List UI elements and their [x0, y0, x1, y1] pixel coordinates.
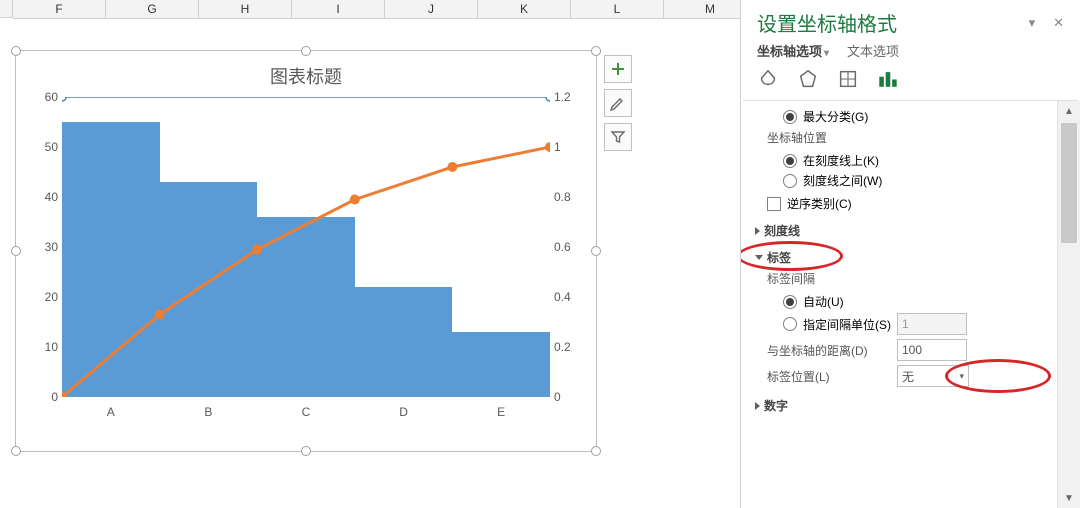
checkbox-reverse[interactable] — [767, 197, 781, 211]
resize-handle[interactable] — [591, 46, 601, 56]
axis-position-label: 坐标轴位置 — [767, 129, 1044, 146]
section-tick-marks[interactable]: 刻度线 — [755, 222, 1044, 239]
radio-interval-unit[interactable] — [783, 317, 797, 331]
scroll-thumb[interactable] — [1061, 123, 1077, 243]
x-category-label: B — [198, 405, 218, 419]
resize-handle[interactable] — [301, 46, 311, 56]
scroll-down-icon[interactable]: ▼ — [1058, 488, 1080, 508]
scroll-up-icon[interactable]: ▲ — [1058, 101, 1080, 121]
y-left-tick: 10 — [32, 340, 58, 354]
radio-on-tick[interactable] — [783, 154, 797, 168]
col-gutter — [0, 0, 13, 18]
y-left-tick: 40 — [32, 190, 58, 204]
x-category-label: C — [296, 405, 316, 419]
column-header[interactable]: H — [199, 0, 292, 19]
y-left-tick: 50 — [32, 140, 58, 154]
section-labels[interactable]: 标签 — [755, 249, 1044, 266]
label-interval-label: 标签间隔 — [767, 270, 1044, 287]
size-properties-icon[interactable] — [835, 66, 861, 92]
format-axis-pane: 设置坐标轴格式 ▾ ✕ 坐标轴选项▾ 文本选项 — [741, 0, 1080, 508]
y-right-tick: 0.8 — [554, 190, 584, 204]
chart-styles-button[interactable] — [604, 89, 632, 117]
column-headers: F G H I J K L M — [0, 0, 757, 18]
checkbox-reverse-label: 逆序类别(C) — [787, 195, 852, 212]
radio-max-category-label: 最大分类(G) — [803, 108, 868, 125]
y-right-tick: 1.2 — [554, 90, 584, 104]
chart-elements-button[interactable] — [604, 55, 632, 83]
column-header[interactable]: J — [385, 0, 478, 19]
interval-unit-input[interactable] — [897, 313, 967, 335]
resize-handle[interactable] — [301, 446, 311, 456]
radio-max-category[interactable] — [783, 110, 797, 124]
resize-handle[interactable] — [591, 446, 601, 456]
y-right-tick: 0 — [554, 390, 584, 404]
pane-close-icon[interactable]: ✕ — [1053, 15, 1064, 31]
radio-on-tick-label: 在刻度线上(K) — [803, 152, 879, 169]
column-header[interactable]: I — [292, 0, 385, 19]
radio-interval-auto[interactable] — [783, 295, 797, 309]
tab-text-options[interactable]: 文本选项 — [847, 41, 899, 60]
column-header[interactable]: G — [106, 0, 199, 19]
fill-line-icon[interactable] — [755, 66, 781, 92]
resize-handle[interactable] — [591, 246, 601, 256]
chart-object[interactable]: 图表标题 0102030405060 00.20.40.60.811.2 ABC… — [15, 50, 597, 452]
radio-interval-unit-label: 指定间隔单位(S) — [803, 316, 891, 333]
radio-interval-auto-label: 自动(U) — [803, 293, 844, 310]
y-left-tick: 0 — [32, 390, 58, 404]
y-left-tick: 30 — [32, 240, 58, 254]
pane-scrollbar[interactable]: ▲ ▼ — [1057, 101, 1080, 508]
plot-area[interactable]: 0102030405060 00.20.40.60.811.2 ABCDE — [62, 97, 550, 397]
radio-between-tick[interactable] — [783, 174, 797, 188]
x-category-label: E — [491, 405, 511, 419]
tab-axis-options[interactable]: 坐标轴选项▾ — [757, 41, 829, 60]
radio-between-tick-label: 刻度线之间(W) — [803, 172, 882, 189]
axis-selection — [62, 97, 550, 397]
label-position-label: 标签位置(L) — [767, 368, 887, 385]
resize-handle[interactable] — [11, 246, 21, 256]
axis-distance-label: 与坐标轴的距离(D) — [767, 342, 887, 359]
chart-filter-button[interactable] — [604, 123, 632, 151]
y-right-tick: 0.2 — [554, 340, 584, 354]
y-left-tick: 60 — [32, 90, 58, 104]
y-right-tick: 0.4 — [554, 290, 584, 304]
axis-options-icon[interactable] — [875, 66, 901, 92]
label-position-combo[interactable]: 无▾ — [897, 365, 969, 387]
x-category-label: A — [101, 405, 121, 419]
section-number[interactable]: 数字 — [755, 397, 1044, 414]
axis-distance-input[interactable] — [897, 339, 967, 361]
column-header[interactable]: K — [478, 0, 571, 19]
chart-title[interactable]: 图表标题 — [16, 63, 596, 89]
y-right-tick: 1 — [554, 140, 584, 154]
y-right-tick: 0.6 — [554, 240, 584, 254]
pane-title: 设置坐标轴格式 — [757, 8, 897, 37]
x-category-label: D — [394, 405, 414, 419]
pane-menu-icon[interactable]: ▾ — [1029, 15, 1036, 31]
resize-handle[interactable] — [11, 446, 21, 456]
column-header[interactable]: L — [571, 0, 664, 19]
resize-handle[interactable] — [11, 46, 21, 56]
column-header[interactable]: F — [13, 0, 106, 19]
effects-icon[interactable] — [795, 66, 821, 92]
y-left-tick: 20 — [32, 290, 58, 304]
